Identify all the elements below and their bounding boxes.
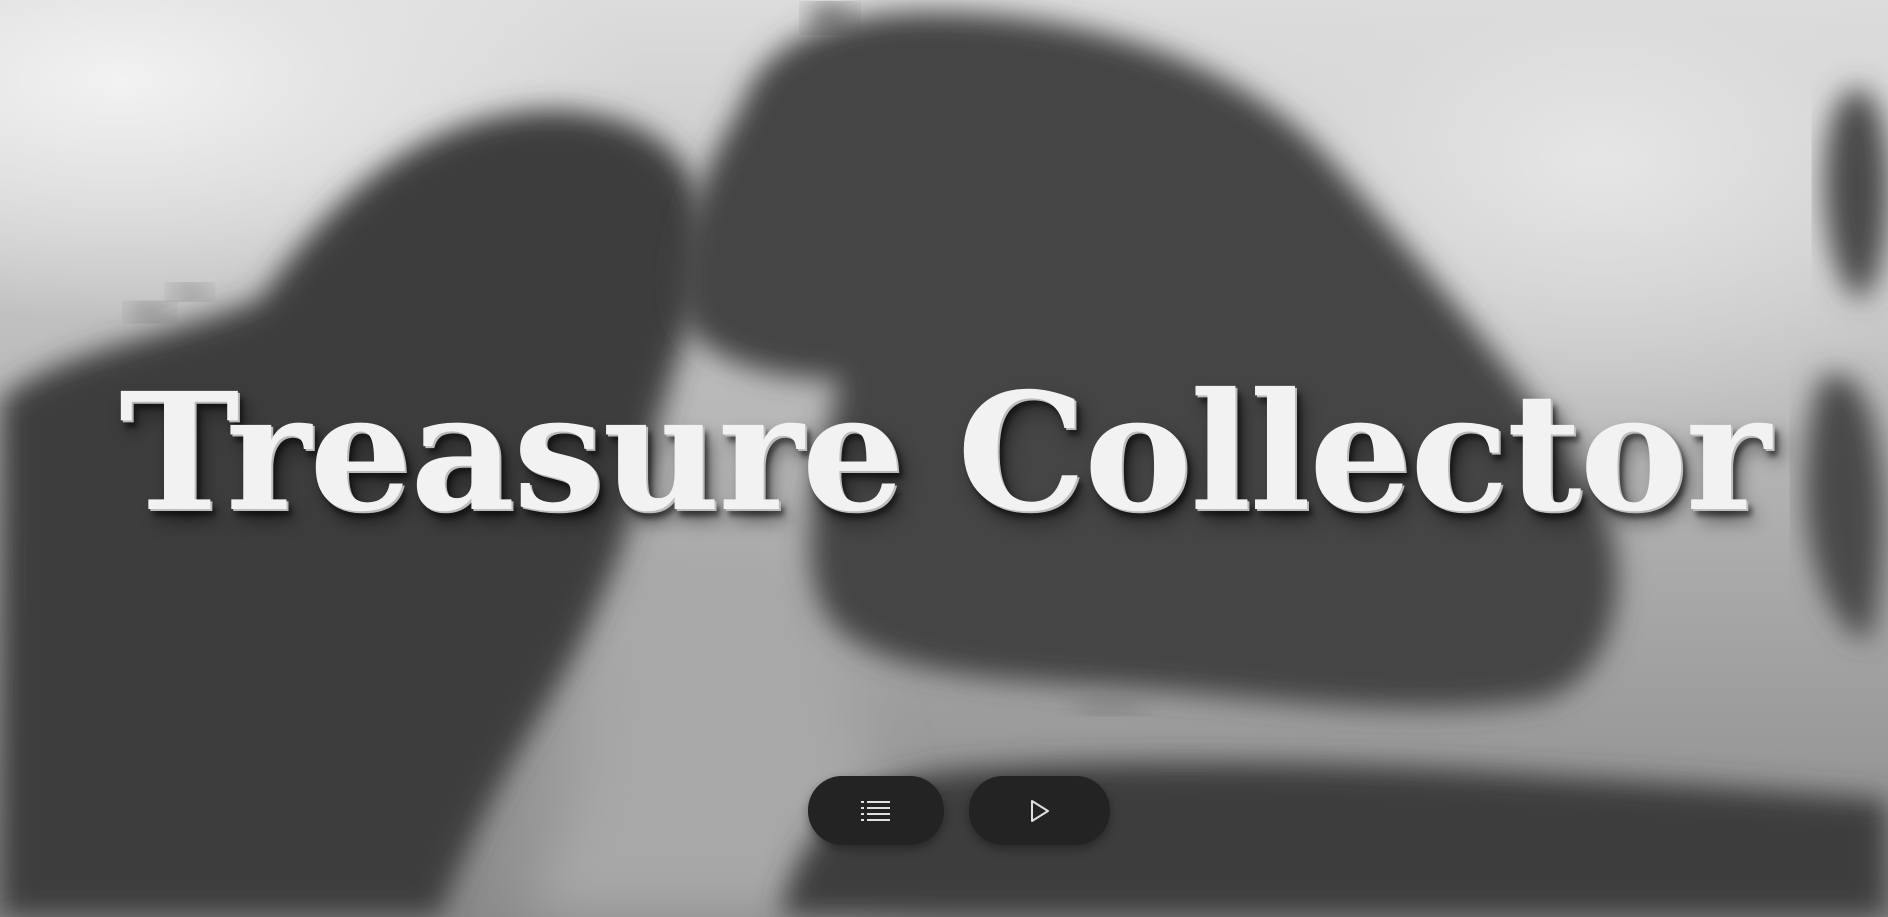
play-button[interactable]	[969, 776, 1110, 845]
play-icon	[1029, 799, 1051, 823]
game-title: Treasure Collector	[119, 358, 1771, 548]
menu-controls	[0, 776, 1888, 846]
list-icon	[861, 800, 891, 822]
level-list-button[interactable]	[808, 776, 944, 845]
title-screen: Treasure Collector	[0, 0, 1888, 917]
